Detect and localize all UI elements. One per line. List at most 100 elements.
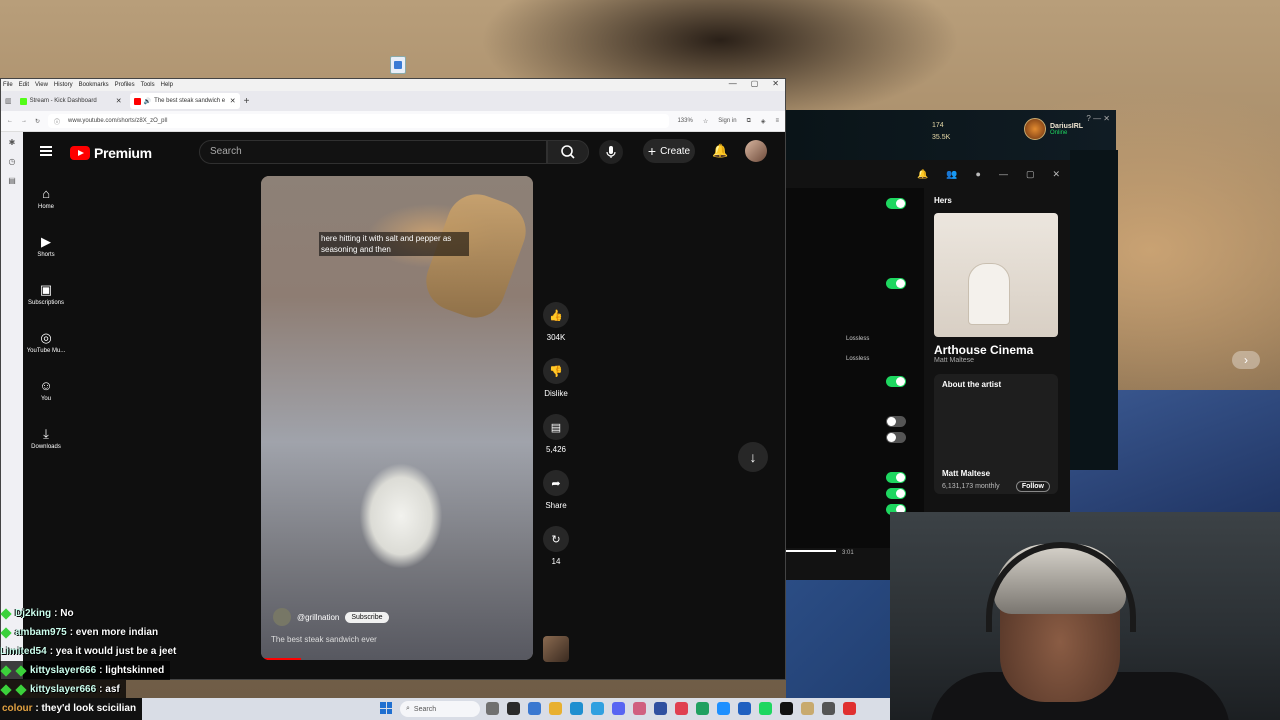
menu-tools[interactable]: Tools bbox=[141, 82, 155, 88]
extensions-icon[interactable]: ⧉ bbox=[747, 118, 751, 125]
bell-icon[interactable]: 🔔 bbox=[917, 169, 928, 180]
menu-view[interactable]: View bbox=[35, 82, 48, 88]
tab-close-icon[interactable]: ✕ bbox=[116, 97, 122, 105]
task-view-icon[interactable] bbox=[486, 702, 499, 715]
next-short-arrow-icon[interactable]: ↓ bbox=[738, 442, 768, 472]
search-input[interactable]: Search bbox=[199, 140, 547, 164]
spotify-icon[interactable] bbox=[759, 702, 772, 715]
menu-bookmarks[interactable]: Bookmarks bbox=[79, 82, 109, 88]
setting-toggle[interactable] bbox=[886, 198, 906, 209]
channel-name[interactable]: @grillnation bbox=[297, 613, 339, 622]
song-title[interactable]: Arthouse Cinema bbox=[934, 343, 1064, 357]
video-progress-bar[interactable] bbox=[261, 658, 301, 660]
profile-avatar[interactable]: ● bbox=[976, 169, 981, 179]
store-icon[interactable] bbox=[591, 702, 604, 715]
tab-close-icon[interactable]: ✕ bbox=[230, 97, 236, 105]
close-icon[interactable]: ✕ bbox=[1052, 169, 1060, 180]
quality-select[interactable]: Lossless bbox=[846, 336, 869, 342]
app-icon[interactable] bbox=[717, 702, 730, 715]
short-video-player[interactable]: here hitting it with salt and pepper as … bbox=[261, 176, 533, 660]
address-bar[interactable]: ⓘ www.youtube.com/shorts/z8X_zO_pIl bbox=[48, 114, 670, 128]
app-icon[interactable] bbox=[633, 702, 646, 715]
quality-select[interactable]: Lossless bbox=[846, 356, 869, 362]
hamburger-menu-icon[interactable] bbox=[40, 146, 52, 156]
notifications-bell-icon[interactable]: 🔔 bbox=[712, 143, 728, 159]
menu-history[interactable]: History bbox=[54, 82, 73, 88]
app-icon[interactable] bbox=[675, 702, 688, 715]
edge-icon[interactable] bbox=[528, 702, 541, 715]
desktop-shortcut-icon[interactable] bbox=[390, 56, 406, 74]
app-icon[interactable] bbox=[738, 702, 751, 715]
setting-toggle[interactable] bbox=[886, 488, 906, 499]
menu-help[interactable]: Help bbox=[161, 82, 173, 88]
app-icon[interactable] bbox=[843, 702, 856, 715]
sidebar-bookmarks-icon[interactable]: ✱ bbox=[9, 138, 16, 147]
tab-kick-dashboard[interactable]: Stream - Kick Dashboard ✕ bbox=[16, 93, 126, 109]
dislike-button[interactable]: 👎 bbox=[543, 358, 569, 384]
menu-icon[interactable]: ≡ bbox=[775, 118, 779, 124]
tab-youtube-short[interactable]: 🔊 The best steak sandwich e ✕ bbox=[129, 93, 240, 109]
discord-icon[interactable] bbox=[612, 702, 625, 715]
app-icon[interactable] bbox=[654, 702, 667, 715]
file-explorer-icon[interactable] bbox=[507, 702, 520, 715]
setting-toggle[interactable] bbox=[886, 472, 906, 483]
song-artist[interactable]: Matt Maltese bbox=[934, 357, 1064, 364]
app-icon[interactable] bbox=[780, 702, 793, 715]
playlist-name[interactable]: Hers bbox=[934, 196, 1064, 205]
setting-toggle[interactable] bbox=[886, 278, 906, 289]
setting-toggle[interactable] bbox=[886, 376, 906, 387]
maximize-icon[interactable]: ▢ bbox=[751, 79, 759, 88]
minimize-icon[interactable]: — bbox=[729, 79, 737, 88]
create-button[interactable]: + Create bbox=[643, 139, 695, 163]
back-icon[interactable]: ← bbox=[7, 118, 13, 124]
channel-avatar[interactable] bbox=[273, 608, 291, 626]
nav-subscriptions[interactable]: ▣ Subscriptions bbox=[23, 270, 69, 318]
nav-you[interactable]: ☺ You bbox=[23, 366, 69, 414]
like-button[interactable]: 👍 bbox=[543, 302, 569, 328]
playback-progress-bar[interactable] bbox=[786, 550, 836, 552]
album-art[interactable] bbox=[934, 213, 1058, 337]
browser-icon[interactable] bbox=[570, 702, 583, 715]
site-info-icon[interactable]: ⓘ bbox=[54, 117, 60, 126]
nav-downloads[interactable]: ⤓ Downloads bbox=[23, 414, 69, 462]
sound-thumbnail[interactable] bbox=[543, 636, 569, 662]
sign-in-button[interactable]: Sign in bbox=[718, 118, 736, 124]
voice-search-button[interactable] bbox=[599, 140, 623, 164]
menu-file[interactable]: File bbox=[3, 82, 13, 88]
reload-icon[interactable]: ↻ bbox=[35, 118, 40, 125]
youtube-logo[interactable]: Premium bbox=[70, 145, 152, 161]
share-button[interactable]: ➦ bbox=[543, 470, 569, 496]
league-icon[interactable] bbox=[801, 702, 814, 715]
setting-toggle[interactable] bbox=[886, 432, 906, 443]
windows-start-icon[interactable] bbox=[380, 702, 392, 714]
taskbar-search[interactable]: ⌕ Search bbox=[400, 701, 480, 717]
forward-icon[interactable]: → bbox=[21, 118, 27, 124]
sidebar-tabs-icon[interactable]: ▤ bbox=[8, 176, 16, 185]
bookmark-star-icon[interactable]: ☆ bbox=[703, 118, 708, 125]
sidebar-toggle-icon[interactable]: ▥ bbox=[5, 97, 12, 105]
subscribe-button[interactable]: Subscribe bbox=[345, 611, 389, 623]
setting-toggle[interactable] bbox=[886, 416, 906, 427]
league-profile[interactable]: DariusIRL Online bbox=[1024, 118, 1083, 140]
zoom-level[interactable]: 133% bbox=[677, 118, 692, 124]
follow-button[interactable]: Follow bbox=[1015, 481, 1050, 492]
new-tab-icon[interactable]: + bbox=[244, 96, 250, 107]
account-avatar[interactable] bbox=[745, 140, 767, 162]
short-title[interactable]: The best steak sandwich ever bbox=[271, 635, 377, 644]
nav-home[interactable]: ⌂ Home bbox=[23, 174, 69, 222]
remix-button[interactable]: ↻ bbox=[543, 526, 569, 552]
close-icon[interactable]: ✕ bbox=[772, 79, 779, 88]
app-icon[interactable] bbox=[696, 702, 709, 715]
maximize-icon[interactable]: ▢ bbox=[1026, 169, 1035, 180]
folder-icon[interactable] bbox=[549, 702, 562, 715]
menu-edit[interactable]: Edit bbox=[19, 82, 29, 88]
speaker-icon[interactable]: 🔊 bbox=[144, 98, 151, 105]
about-artist-card[interactable]: About the artist Matt Maltese 6,131,173 … bbox=[934, 374, 1058, 494]
friends-icon[interactable]: 👥 bbox=[946, 169, 957, 180]
carousel-next-icon[interactable]: › bbox=[1232, 351, 1260, 369]
search-button[interactable] bbox=[547, 140, 589, 164]
menu-profiles[interactable]: Profiles bbox=[115, 82, 135, 88]
artist-name[interactable]: Matt Maltese bbox=[942, 469, 990, 478]
league-window-controls[interactable]: ? — ✕ bbox=[1086, 114, 1110, 123]
sidebar-history-icon[interactable]: ◷ bbox=[9, 157, 16, 166]
